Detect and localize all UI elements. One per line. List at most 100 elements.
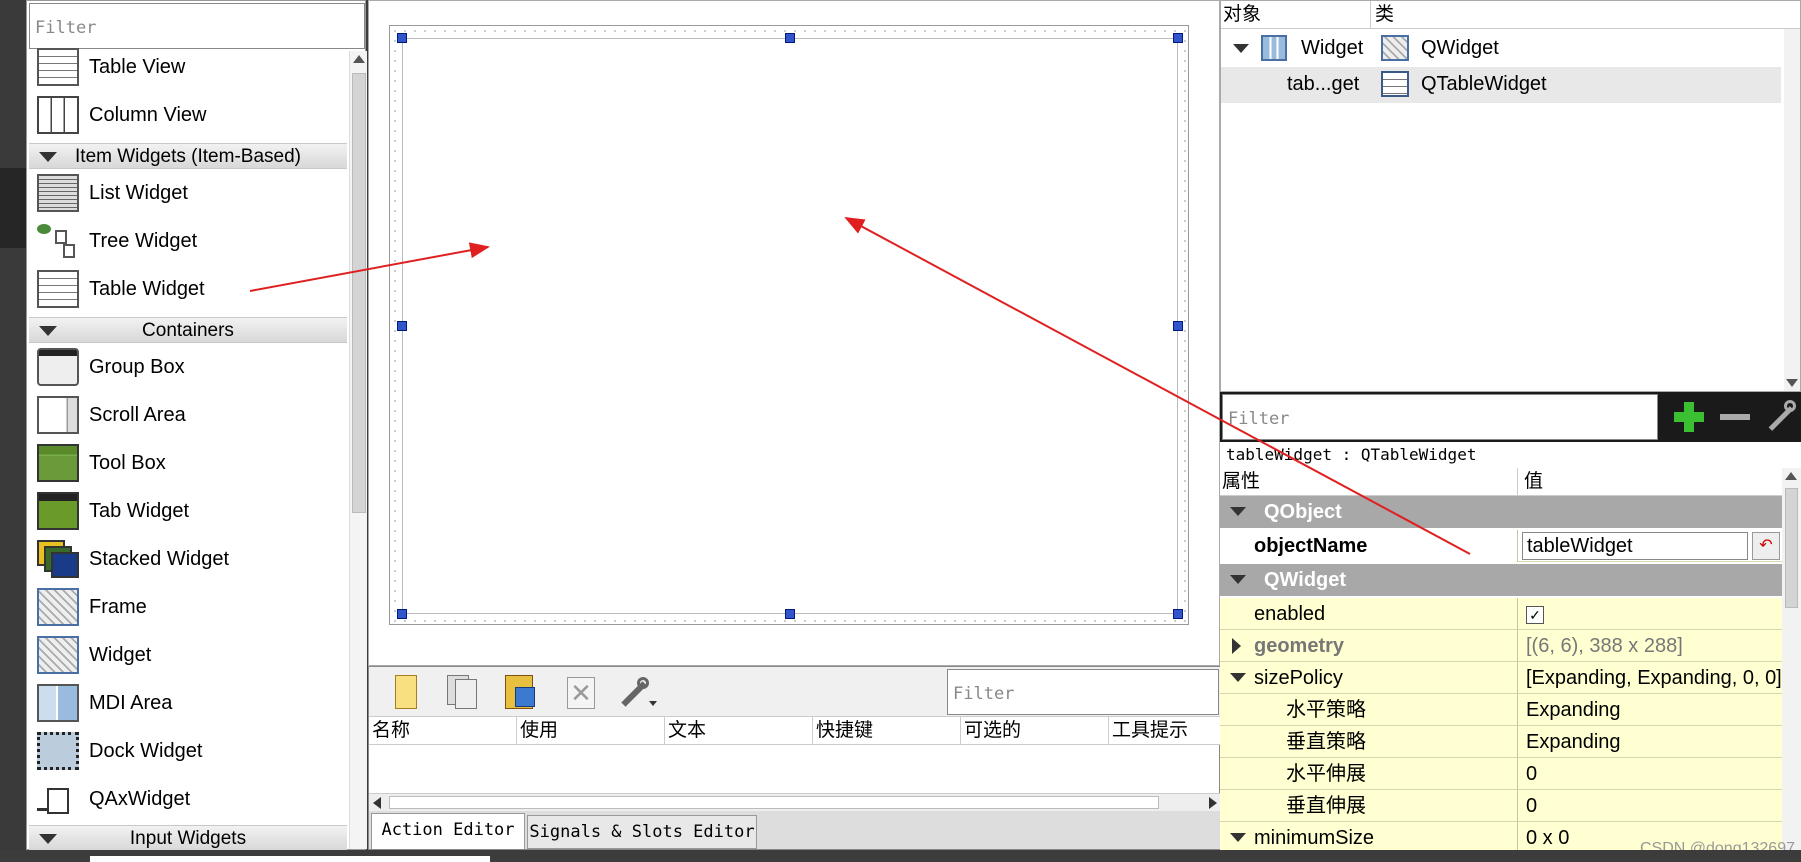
widget-item-qaxwidget[interactable]: QAxWidget (29, 775, 349, 823)
scrollbar-thumb[interactable] (1785, 488, 1798, 608)
action-filter-input[interactable]: Filter (947, 669, 1219, 715)
column-header-class[interactable]: 类 (1371, 1, 1394, 29)
remove-property-icon[interactable] (1720, 414, 1750, 420)
column-header-used[interactable]: 使用 (517, 717, 665, 745)
column-header-tooltip[interactable]: 工具提示 (1109, 717, 1221, 745)
new-action-icon[interactable] (389, 675, 423, 711)
resize-handle[interactable] (397, 609, 407, 619)
scroll-up-icon[interactable] (1785, 472, 1797, 480)
widget-item-tab-widget[interactable]: Tab Widget (29, 487, 349, 535)
widget-item-tool-box[interactable]: Tool Box (29, 439, 349, 487)
action-editor-toolbar: ✕ Filter (369, 667, 1221, 717)
resize-handle[interactable] (397, 321, 407, 331)
property-row-objectname[interactable]: objectName tableWidget ↶ (1220, 530, 1782, 562)
object-inspector-scrollbar[interactable] (1784, 29, 1800, 391)
property-filter-input[interactable]: Filter (1222, 394, 1658, 440)
column-header-name[interactable]: 名称 (369, 717, 517, 745)
resize-handle[interactable] (785, 33, 795, 43)
group-row-qwidget[interactable]: QWidget (1220, 564, 1782, 596)
reset-property-icon[interactable]: ↶ (1752, 532, 1780, 560)
tab-action-editor[interactable]: Action Editor (371, 813, 525, 849)
widget-item-label: QAxWidget (89, 787, 191, 810)
tree-row-widget[interactable]: Widget QWidget (1221, 31, 1781, 67)
column-header-object[interactable]: 对象 (1221, 1, 1371, 29)
property-name: 垂直策略 (1220, 726, 1518, 758)
expand-arrow-icon[interactable] (1233, 44, 1249, 53)
widget-item-group-box[interactable]: Group Box (29, 343, 349, 391)
property-row-sizepolicy[interactable]: sizePolicy [Expanding, Expanding, 0, 0] (1220, 662, 1782, 694)
form-editor-area[interactable] (368, 0, 1220, 666)
add-property-icon[interactable] (1672, 400, 1706, 434)
widget-item-tree-widget[interactable]: Tree Widget (29, 217, 349, 265)
widget-item-table-widget[interactable]: Table Widget (29, 265, 349, 313)
resize-handle[interactable] (1173, 33, 1183, 43)
scrollbar-thumb[interactable] (389, 796, 1159, 809)
widget-item-frame[interactable]: Frame (29, 583, 349, 631)
object-inspector: 对象 类 Widget QWidget tab...get QTableWidg… (1220, 0, 1801, 392)
group-row-qobject[interactable]: QObject (1220, 496, 1782, 528)
category-input-widgets[interactable]: Input Widgets (29, 825, 347, 851)
form-widget[interactable] (389, 25, 1189, 625)
scroll-right-icon[interactable] (1209, 797, 1217, 809)
column-header-property[interactable]: 属性 (1220, 468, 1518, 496)
property-editor-scrollbar[interactable] (1782, 468, 1801, 862)
property-row-enabled[interactable]: enabled ✓ (1220, 598, 1782, 630)
scrollbar-thumb[interactable] (352, 73, 366, 513)
widget-box-scrollbar[interactable] (349, 51, 367, 849)
resize-handle[interactable] (1173, 609, 1183, 619)
category-containers[interactable]: Containers (29, 317, 347, 343)
property-value[interactable]: Expanding (1518, 726, 1782, 758)
paste-action-icon[interactable] (503, 675, 537, 711)
resize-handle[interactable] (1173, 321, 1183, 331)
widget-item-table-view[interactable]: Table View (29, 43, 349, 91)
property-row-v-stretch[interactable]: 垂直伸展 0 (1220, 790, 1782, 822)
column-header-shortcut[interactable]: 快捷键 (813, 717, 961, 745)
table-widget-class-icon (1381, 71, 1409, 97)
widget-item-list-widget[interactable]: List Widget (29, 169, 349, 217)
column-header-checkable[interactable]: 可选的 (961, 717, 1109, 745)
property-row-h-stretch[interactable]: 水平伸展 0 (1220, 758, 1782, 790)
object-name-input[interactable]: tableWidget (1522, 532, 1748, 560)
action-table-hscrollbar[interactable] (369, 793, 1221, 811)
tab-signals-slots-editor[interactable]: Signals & Slots Editor (527, 815, 757, 849)
tree-row-tablewidget[interactable]: tab...get QTableWidget (1221, 67, 1781, 103)
property-name: 水平伸展 (1220, 758, 1518, 790)
group-box-icon (37, 348, 79, 386)
property-value[interactable]: [Expanding, Expanding, 0, 0] (1518, 662, 1782, 694)
property-value[interactable]: Expanding (1518, 694, 1782, 726)
copy-action-icon[interactable] (443, 675, 477, 711)
property-row-geometry[interactable]: geometry [(6, 6), 388 x 288] (1220, 630, 1782, 662)
table-widget-placeholder[interactable] (402, 38, 1178, 614)
property-name: 水平策略 (1220, 694, 1518, 726)
widget-icon (37, 636, 79, 674)
class-name: QTableWidget (1421, 73, 1547, 95)
category-item-widgets[interactable]: Item Widgets (Item-Based) (29, 143, 347, 169)
scroll-down-icon[interactable] (1786, 379, 1798, 387)
widget-item-dock-widget[interactable]: Dock Widget (29, 727, 349, 775)
widget-item-mdi-area[interactable]: MDI Area (29, 679, 349, 727)
widget-item-scroll-area[interactable]: Scroll Area (29, 391, 349, 439)
property-value[interactable]: [(6, 6), 388 x 288] (1518, 630, 1782, 662)
property-row-v-policy[interactable]: 垂直策略 Expanding (1220, 726, 1782, 758)
widget-item-label: Table View (89, 55, 186, 78)
widget-item-stacked-widget[interactable]: Stacked Widget (29, 535, 349, 583)
configure-wrench-icon[interactable] (1764, 400, 1798, 434)
property-value-cell: tableWidget ↶ (1518, 530, 1782, 562)
property-value[interactable]: 0 (1518, 790, 1782, 822)
widget-item-label: Column View (89, 103, 207, 126)
resize-handle[interactable] (397, 33, 407, 43)
widget-item-widget[interactable]: Widget (29, 631, 349, 679)
scroll-left-icon[interactable] (373, 797, 381, 809)
scroll-up-icon[interactable] (353, 55, 365, 63)
property-value[interactable]: 0 (1518, 758, 1782, 790)
configure-wrench-icon[interactable] (615, 675, 659, 711)
resize-handle[interactable] (785, 609, 795, 619)
widget-item-column-view[interactable]: Column View (29, 91, 349, 139)
delete-action-icon[interactable]: ✕ (563, 675, 597, 711)
column-header-text[interactable]: 文本 (665, 717, 813, 745)
collapse-arrow-icon (39, 834, 57, 844)
column-header-value[interactable]: 值 (1518, 468, 1543, 496)
enabled-checkbox[interactable]: ✓ (1526, 606, 1544, 624)
property-editor-table: 属性 值 QObject objectName tableWidget ↶ QW… (1220, 468, 1801, 862)
property-row-h-policy[interactable]: 水平策略 Expanding (1220, 694, 1782, 726)
